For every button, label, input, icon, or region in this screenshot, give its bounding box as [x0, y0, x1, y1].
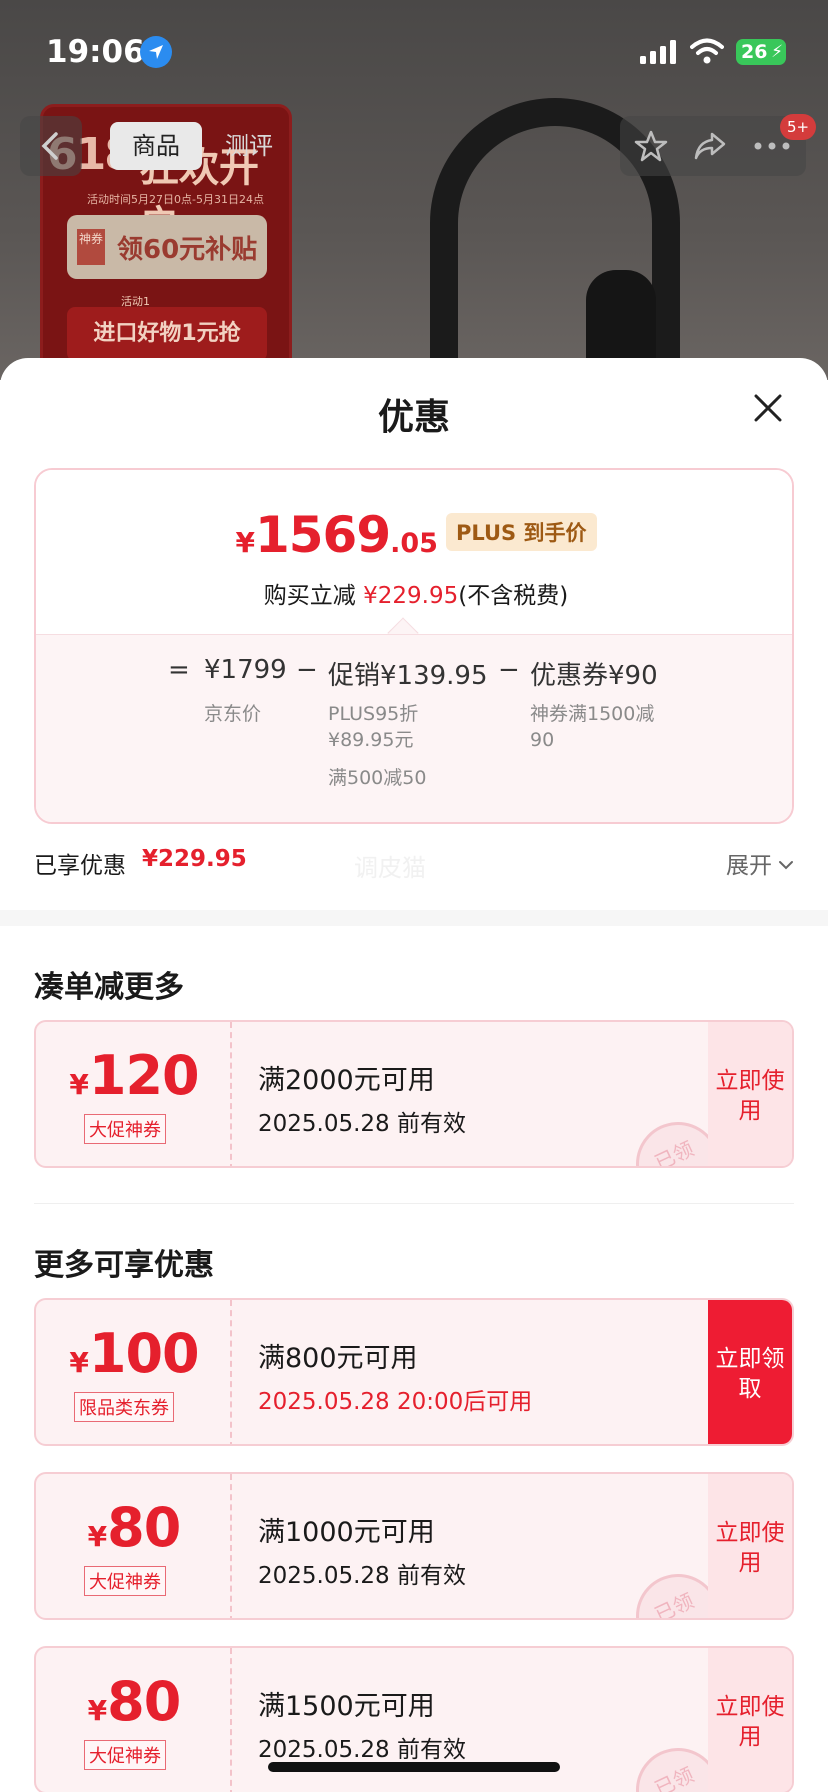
promo-detail-1: PLUS95折: [328, 703, 419, 725]
back-button[interactable]: [20, 116, 82, 176]
tab-product[interactable]: 商品: [110, 122, 202, 170]
reduce-prefix: 购买立减: [263, 583, 356, 609]
coupon-value-area: ¥100 限品类东券: [36, 1300, 232, 1444]
charging-bolt-icon: ⚡: [771, 42, 783, 62]
expand-label: 展开: [726, 853, 772, 879]
price-integer: 1569: [254, 506, 391, 564]
formula-coupon: 优惠券¥90: [530, 661, 658, 691]
status-time: 19:06: [46, 34, 145, 70]
close-icon[interactable]: [748, 388, 788, 428]
battery-level: 26: [741, 41, 768, 63]
promo-detail-3: 满500减50: [328, 767, 427, 789]
chevron-down-icon: [779, 861, 793, 870]
promo-time: 活动时间5月27日0点-5月31日24点: [87, 193, 264, 206]
coupon-validity: 2025.05.28 前有效: [258, 1563, 466, 1589]
coupon-card: ¥100 限品类东券 满800元可用 2025.05.28 20:00后可用 立…: [34, 1298, 794, 1446]
promo-detail-2: ¥89.95元: [328, 729, 414, 751]
section-title-combine: 凑单减更多: [34, 970, 184, 1005]
coupon-amount: ¥80: [36, 1670, 232, 1733]
coupon-type-tag: 限品类东券: [74, 1392, 174, 1422]
saved-row: 已享优惠 ¥229.95 调皮猫 展开: [34, 844, 794, 882]
saved-label: 已享优惠: [34, 853, 126, 879]
coupon-amount: ¥80: [36, 1496, 232, 1559]
sheet-title: 优惠: [377, 397, 450, 438]
message-badge: 5+: [780, 114, 816, 140]
coupon-currency: ¥: [69, 1346, 89, 1379]
price-currency: ¥: [235, 526, 255, 559]
formula-equals: =: [168, 655, 190, 685]
share-icon[interactable]: [692, 130, 728, 162]
cellular-signal-icon: [640, 40, 676, 64]
coupon-condition: 满2000元可用: [258, 1065, 435, 1096]
coupon-value: 120: [88, 1044, 200, 1107]
final-price: ¥1569.05 PLUS 到手价: [36, 506, 792, 564]
tab-review[interactable]: 测评: [208, 122, 290, 170]
coupon-condition: 满1500元可用: [258, 1691, 435, 1722]
formula-minus-2: −: [498, 655, 520, 685]
more-icon[interactable]: [754, 142, 790, 150]
chevron-left-icon: [41, 132, 58, 160]
formula-promo: 促销¥139.95: [328, 661, 488, 691]
price-breakdown: = ¥1799 京东价 − 促销¥139.95 PLUS95折 ¥89.95元 …: [36, 634, 792, 822]
coupon-amount: ¥120: [36, 1044, 232, 1107]
discount-sheet: 优惠 ¥1569.05 PLUS 到手价 购买立减 ¥229.95(不含税费) =…: [0, 358, 828, 1792]
coupon-validity: 2025.05.28 前有效: [258, 1737, 466, 1763]
coupon-validity: 2025.05.28 20:00后可用: [258, 1389, 533, 1415]
price-decimal: .05: [390, 528, 438, 559]
formula-minus-1: −: [296, 655, 318, 685]
plus-price-badge: PLUS 到手价: [445, 513, 597, 551]
coupon-value: 80: [107, 1670, 181, 1733]
claim-now-button[interactable]: 立即领取: [708, 1300, 792, 1444]
coupon-currency: ¥: [87, 1520, 108, 1553]
coupon-value-area: ¥80 大促神券: [36, 1648, 232, 1792]
watermark-text: 调皮猫: [354, 854, 426, 882]
coupon-value-area: ¥120 大促神券: [36, 1022, 232, 1166]
coupon-type-tag: 大促神券: [84, 1740, 166, 1770]
coupon-type-tag: 大促神券: [84, 1566, 166, 1596]
price-summary-card: ¥1569.05 PLUS 到手价 购买立减 ¥229.95(不含税费) = ¥1…: [34, 468, 794, 824]
coupon-card: ¥80 大促神券 满1000元可用 2025.05.28 前有效 已领 立即使用: [34, 1472, 794, 1620]
formula-base-price: ¥1799: [204, 655, 287, 685]
coupon-condition: 满1000元可用: [258, 1517, 435, 1548]
coupon-amount: ¥100: [36, 1322, 232, 1385]
coupon-currency: ¥: [69, 1068, 89, 1101]
use-now-button[interactable]: 立即使用: [708, 1474, 792, 1618]
star-icon[interactable]: [634, 130, 668, 162]
use-now-button[interactable]: 立即使用: [708, 1648, 792, 1792]
price-header: ¥1569.05 PLUS 到手价 购买立减 ¥229.95(不含税费): [36, 470, 792, 634]
reduce-amount: ¥229.95: [363, 583, 459, 609]
use-now-button[interactable]: 立即使用: [708, 1022, 792, 1166]
reduce-summary: 购买立减 ¥229.95(不含税费): [36, 576, 792, 610]
battery-indicator: 26 ⚡: [736, 39, 786, 65]
promo-coupon-text: 领60元补贴: [117, 235, 258, 265]
status-bar: 19:06 26 ⚡: [0, 0, 828, 104]
coupon-detail-1: 神券满1500减: [530, 703, 655, 725]
section-title-more: 更多可享优惠: [34, 1248, 214, 1283]
reduce-suffix: (不含税费): [458, 583, 569, 609]
coupon-currency: ¥: [87, 1694, 108, 1727]
section-divider: [0, 910, 828, 926]
coupon-type-tag: 大促神券: [84, 1114, 166, 1144]
coupon-condition: 满800元可用: [258, 1343, 418, 1374]
coupon-value: 100: [88, 1322, 200, 1385]
saved-amount: ¥229.95: [142, 846, 247, 872]
coupon-value-area: ¥80 大促神券: [36, 1474, 232, 1618]
expand-button[interactable]: 展开: [726, 846, 794, 880]
coupon-value: 80: [107, 1496, 181, 1559]
product-tabs: 商品 测评: [106, 116, 290, 176]
thin-divider: [34, 1203, 794, 1204]
home-indicator[interactable]: [268, 1762, 560, 1772]
promo-coupon-tag: 神券: [77, 229, 105, 265]
promo-coupon-box: 神券 领60元补贴: [67, 215, 267, 279]
location-arrow-icon: [140, 36, 172, 68]
wifi-icon: [690, 38, 724, 64]
nav-actions: [620, 116, 806, 176]
promo-bottom-banner: 进口好物1元抢: [67, 307, 267, 361]
coupon-validity: 2025.05.28 前有效: [258, 1111, 466, 1137]
base-price-label: 京东价: [204, 703, 262, 725]
coupon-detail-2: 90: [530, 729, 555, 751]
coupon-card: ¥120 大促神券 满2000元可用 2025.05.28 前有效 已领 立即使…: [34, 1020, 794, 1168]
